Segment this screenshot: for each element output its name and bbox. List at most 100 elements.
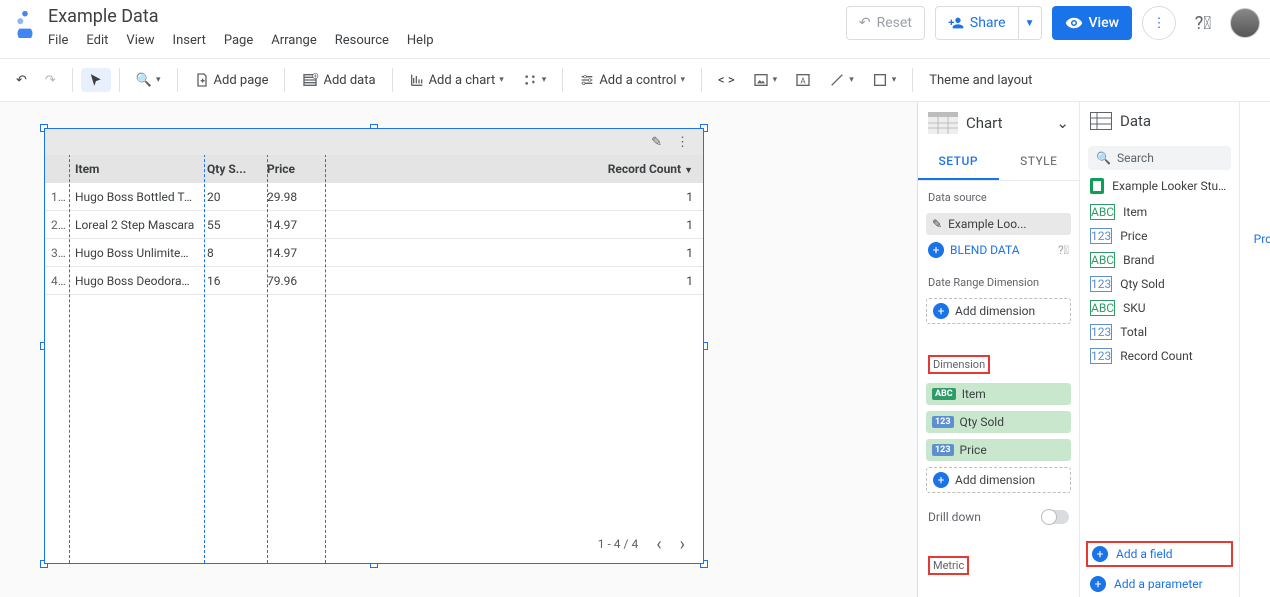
share-dropdown-button[interactable]: ▼ xyxy=(1019,6,1042,40)
add-chart-label: Add a chart xyxy=(429,73,496,88)
redo-icon: ↷ xyxy=(45,73,56,88)
field-total[interactable]: 123Total xyxy=(1080,320,1239,344)
col-price[interactable]: Price xyxy=(261,162,315,176)
table-row: 4... Hugo Boss Deodorant... 16 79.96 1 xyxy=(45,267,703,295)
eye-icon xyxy=(1065,14,1083,32)
text-icon: A xyxy=(795,72,811,88)
dimension-label: Dimension xyxy=(928,355,990,374)
drill-down-label: Drill down xyxy=(928,510,981,524)
data-source-label: Data source xyxy=(918,181,1079,210)
field-item[interactable]: ABCItem xyxy=(1080,200,1239,224)
pencil-icon[interactable]: ✎ xyxy=(651,135,662,150)
zoom-dropdown[interactable]: 🔍 xyxy=(128,68,169,93)
col-item[interactable]: Item xyxy=(69,162,201,176)
image-dropdown[interactable] xyxy=(745,67,786,93)
embed-button[interactable]: < > xyxy=(710,68,743,93)
menu-arrange[interactable]: Arrange xyxy=(271,33,316,48)
select-tool[interactable] xyxy=(81,68,111,92)
pagination-info: 1 - 4 / 4 xyxy=(598,537,638,551)
add-parameter-label: Add a parameter xyxy=(1114,577,1203,591)
redo-button[interactable]: ↷ xyxy=(37,68,64,93)
menu-edit[interactable]: Edit xyxy=(86,33,108,48)
selected-chart[interactable]: ✎ ⋮ Item Qty S... Price Record Count ▼ 1… xyxy=(44,128,704,564)
menu-page[interactable]: Page xyxy=(224,33,253,48)
reset-button[interactable]: ↶ Reset xyxy=(846,6,925,40)
add-dimension-button[interactable]: + Add dimension xyxy=(926,467,1071,493)
menu-help[interactable]: Help xyxy=(407,33,434,48)
menu-file[interactable]: File xyxy=(48,33,68,48)
chevron-right-icon[interactable]: › xyxy=(680,534,685,555)
properties-stub[interactable]: Pro xyxy=(1240,102,1270,597)
plus-icon: + xyxy=(1090,576,1106,592)
col-record-count[interactable]: Record Count ▼ xyxy=(315,162,703,176)
more-vert-icon[interactable]: ⋮ xyxy=(676,135,689,150)
field-sku[interactable]: ABCSKU xyxy=(1080,296,1239,320)
menu-resource[interactable]: Resource xyxy=(335,33,389,48)
plus-icon: + xyxy=(1092,546,1108,562)
undo-icon: ↶ xyxy=(16,73,27,88)
data-icon xyxy=(1090,112,1112,130)
field-record-count[interactable]: 123Record Count xyxy=(1080,344,1239,368)
undo-button[interactable]: ↶ xyxy=(8,68,35,93)
dimension-item[interactable]: ABCItem xyxy=(926,383,1071,405)
plus-icon: + xyxy=(933,303,949,319)
search-input[interactable]: 🔍 Search xyxy=(1088,146,1231,170)
looker-studio-logo-icon[interactable] xyxy=(10,8,40,38)
table-row: 2... Loreal 2 Step Mascara 55 14.97 1 xyxy=(45,211,703,239)
chart-panel-title: Chart xyxy=(966,114,1003,132)
more-options-button[interactable]: ⋮ xyxy=(1142,6,1176,40)
community-icon xyxy=(522,72,538,88)
field-qty-sold[interactable]: 123Qty Sold xyxy=(1080,272,1239,296)
add-field-link[interactable]: + Add a field xyxy=(1086,541,1233,567)
menu-view[interactable]: View xyxy=(126,33,154,48)
user-avatar[interactable] xyxy=(1230,8,1260,38)
add-page-button[interactable]: Add page xyxy=(186,67,277,93)
toolbar: ↶ ↷ 🔍 Add page Add data Add a chart Add … xyxy=(0,58,1270,102)
blend-data-link[interactable]: BLEND DATA xyxy=(950,243,1020,257)
reset-label: Reset xyxy=(877,15,912,31)
drill-down-toggle[interactable] xyxy=(1041,510,1069,524)
doc-title[interactable]: Example Data xyxy=(48,6,434,27)
chevron-left-icon[interactable]: ‹ xyxy=(656,534,661,555)
shape-dropdown[interactable] xyxy=(864,67,905,93)
table-header: Item Qty S... Price Record Count ▼ xyxy=(45,155,703,183)
data-source-chip[interactable]: ✎ Example Loo... xyxy=(926,213,1071,235)
data-source-name: Example Loo... xyxy=(948,217,1026,231)
chart-icon xyxy=(409,72,425,88)
help-icon[interactable]: ?⃝ xyxy=(1058,243,1069,257)
search-placeholder: Search xyxy=(1117,151,1154,165)
chevron-down-icon[interactable]: ⌄ xyxy=(1056,114,1069,132)
add-date-dimension-button[interactable]: + Add dimension xyxy=(926,298,1071,324)
data-panel-title: Data xyxy=(1120,112,1151,130)
add-dimension-label: Add dimension xyxy=(955,473,1035,487)
date-range-label: Date Range Dimension xyxy=(918,266,1079,295)
magnifier-icon: 🔍 xyxy=(136,73,152,88)
menu-insert[interactable]: Insert xyxy=(173,33,206,48)
community-viz-dropdown[interactable] xyxy=(514,67,555,93)
add-chart-dropdown[interactable]: Add a chart xyxy=(401,67,512,93)
field-price[interactable]: 123Price xyxy=(1080,224,1239,248)
line-dropdown[interactable] xyxy=(821,67,862,93)
add-parameter-link[interactable]: + Add a parameter xyxy=(1080,571,1239,597)
tab-style[interactable]: STYLE xyxy=(999,144,1080,180)
share-label: Share xyxy=(970,15,1006,31)
tab-setup[interactable]: SETUP xyxy=(918,144,999,180)
help-button[interactable]: ?⃝ xyxy=(1186,6,1220,40)
control-icon xyxy=(579,72,595,88)
table-row: 3... Hugo Boss Unlimited ... 8 14.97 1 xyxy=(45,239,703,267)
dimension-qty-sold[interactable]: 123Qty Sold xyxy=(926,411,1071,433)
data-source-row[interactable]: Example Looker Studio... xyxy=(1080,172,1239,200)
col-qty[interactable]: Qty S... xyxy=(201,162,261,176)
chart-panel: Chart ⌄ SETUP STYLE Data source ✎ Exampl… xyxy=(918,102,1080,597)
data-panel: Data 🔍 Search Example Looker Studio... A… xyxy=(1080,102,1240,597)
add-control-dropdown[interactable]: Add a control xyxy=(571,67,693,93)
pencil-icon: ✎ xyxy=(932,217,942,231)
undo-icon: ↶ xyxy=(859,15,871,31)
dimension-price[interactable]: 123Price xyxy=(926,439,1071,461)
field-brand[interactable]: ABCBrand xyxy=(1080,248,1239,272)
text-button[interactable]: A xyxy=(787,67,819,93)
add-data-button[interactable]: Add data xyxy=(293,67,383,93)
view-button[interactable]: View xyxy=(1052,6,1133,40)
theme-layout-button[interactable]: Theme and layout xyxy=(921,68,1040,93)
share-button[interactable]: Share xyxy=(935,6,1019,40)
